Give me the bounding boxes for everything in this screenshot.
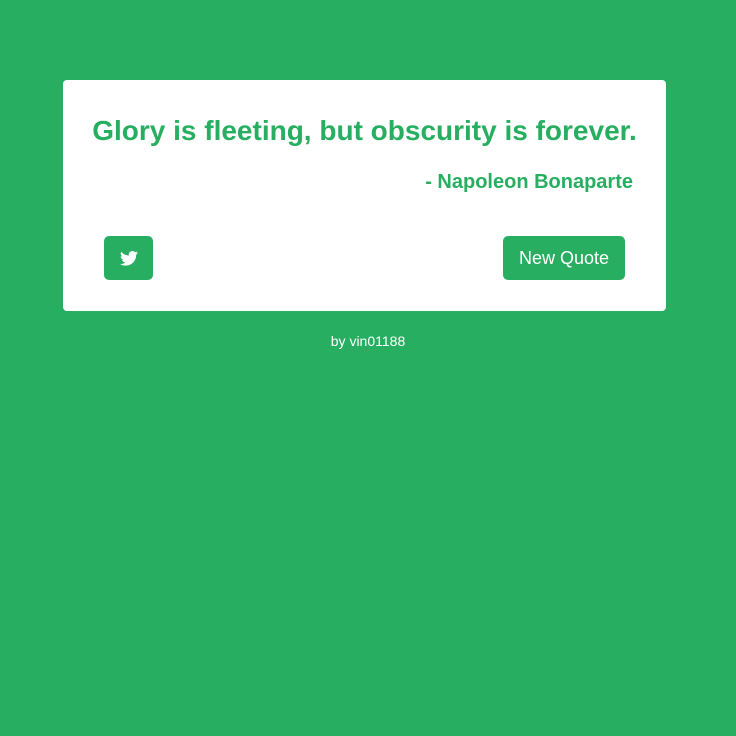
new-quote-button[interactable]: New Quote bbox=[503, 236, 625, 280]
tweet-quote-button[interactable] bbox=[104, 236, 153, 280]
quote-box: Glory is fleeting, but obscurity is fore… bbox=[63, 80, 666, 311]
quote-text: Glory is fleeting, but obscurity is fore… bbox=[92, 115, 637, 146]
author-credit: by vin01188 bbox=[330, 333, 406, 349]
twitter-icon bbox=[119, 250, 138, 266]
quote-author: - Napoleon Bonaparte bbox=[425, 171, 633, 193]
